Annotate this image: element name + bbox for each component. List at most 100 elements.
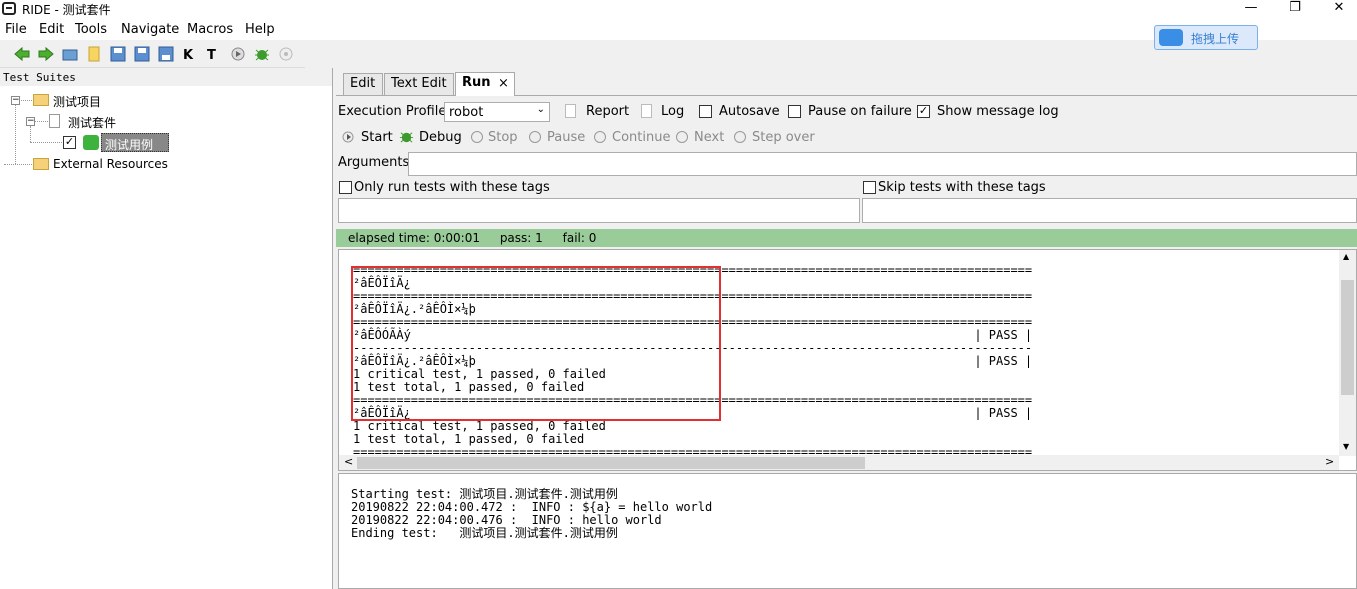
only-run-tags-label: Only run tests with these tags [354,180,550,195]
stop-button[interactable]: Stop [488,130,518,145]
project-folder-icon [33,94,49,106]
console-output[interactable]: ========================================… [338,249,1357,471]
horizontal-scroll-thumb[interactable] [357,457,865,469]
vertical-scrollbar[interactable]: ▲ ▼ [1339,250,1356,456]
report-button[interactable]: Report [586,104,629,119]
collapse-project-toggle[interactable]: − [11,96,20,105]
tab-close-icon[interactable]: × [498,76,509,91]
execution-profile-value: robot [449,105,484,120]
pause-on-failure-label: Pause on failure [808,104,912,119]
svg-text:K: K [183,48,194,62]
show-message-log-checkbox[interactable]: ✓ [917,105,930,118]
step-over-icon [734,131,746,143]
next-icon [676,131,688,143]
pass-count: pass: 1 [499,231,543,245]
pause-button[interactable]: Pause [547,130,585,145]
panel-header: Test Suites [0,68,332,86]
horizontal-scrollbar[interactable]: < > [339,455,1339,470]
test-suites-panel: Test Suites − − 测试项目 测试套件 ✓ 测试用例 Externa… [0,68,333,589]
tab-text-edit[interactable]: Text Edit [384,73,454,95]
tree-line [30,142,62,143]
scroll-up-icon[interactable]: ▲ [1343,252,1349,261]
arguments-input[interactable] [408,152,1357,176]
tab-edit[interactable]: Edit [343,73,383,95]
skip-tags-label: Skip tests with these tags [878,180,1046,195]
scroll-left-icon[interactable]: < [344,455,353,468]
message-log-text: Starting test: 测试项目.测试套件.测试用例 20190822 2… [351,487,713,540]
search-tests-icon[interactable]: T [206,46,222,62]
toolbar: K T [0,40,305,68]
pause-on-failure-checkbox[interactable] [788,105,801,118]
suite-file-icon [49,114,60,128]
stop-icon [471,131,483,143]
tree-item-project[interactable]: 测试项目 [53,93,101,110]
menu-tools[interactable]: Tools [75,22,107,37]
next-button[interactable]: Next [694,130,724,145]
debug-bug-icon [399,132,414,143]
autosave-label: Autosave [719,104,780,119]
menu-macros[interactable]: Macros [187,22,233,37]
editor-pane: Edit Text Edit Run × Execution Profile: … [336,68,1357,589]
arguments-label: Arguments: [338,155,414,170]
forward-arrow-icon[interactable] [38,46,54,62]
skip-tags-input[interactable] [862,198,1357,223]
execution-profile-label: Execution Profile: [338,104,451,119]
only-run-tags-input[interactable] [338,198,860,223]
back-arrow-icon[interactable] [14,46,30,62]
save-icon[interactable] [110,46,126,62]
stop-icon[interactable] [278,46,294,62]
upload-label: 拖拽上传 [1191,32,1240,46]
external-resources-folder-icon [33,158,49,170]
skip-tags-checkbox[interactable] [863,181,876,194]
export-icon[interactable] [158,46,174,62]
testcase-checkbox[interactable]: ✓ [63,136,76,149]
svg-text:T: T [207,48,216,62]
autosave-checkbox[interactable] [699,105,712,118]
fail-count: fail: 0 [562,231,597,245]
tree-item-suite[interactable]: 测试套件 [68,114,116,131]
menu-help[interactable]: Help [245,22,275,37]
debug-bug-icon[interactable] [254,46,270,62]
restore-button[interactable]: ❐ [1272,0,1318,18]
save-all-icon[interactable] [134,46,150,62]
tab-run[interactable]: Run × [455,72,515,96]
collapse-suite-toggle[interactable]: − [26,117,35,126]
menu-file[interactable]: File [5,22,27,37]
report-file-icon [565,104,576,118]
new-file-icon[interactable] [86,46,102,62]
scroll-down-icon[interactable]: ▼ [1343,442,1349,451]
scroll-right-icon[interactable]: > [1325,455,1334,468]
continue-icon [594,131,606,143]
cloud-icon [1159,29,1183,46]
start-icon [342,131,354,143]
tree-line [4,164,32,165]
log-file-icon [641,104,652,118]
start-button[interactable]: Start [361,130,393,145]
message-log[interactable]: Starting test: 测试项目.测试套件.测试用例 20190822 2… [338,473,1357,589]
tree-item-external-resources[interactable]: External Resources [53,157,168,171]
elapsed-time: elapsed time: 0:00:01 [348,231,480,245]
open-folder-icon[interactable] [62,46,78,62]
menu-edit[interactable]: Edit [39,22,64,37]
tab-run-label: Run [462,75,491,90]
run-status-bar: elapsed time: 0:00:01 pass: 1 fail: 0 [336,229,1357,247]
log-button[interactable]: Log [661,104,684,119]
title-bar: RIDE - 测试套件 — ❐ ✕ [0,0,1357,18]
menu-navigate[interactable]: Navigate [121,22,179,37]
search-keywords-icon[interactable]: K [182,46,198,62]
debug-button[interactable]: Debug [419,130,462,145]
robot-test-icon [83,135,99,150]
continue-button[interactable]: Continue [612,130,670,145]
tree-line [30,126,31,142]
show-message-log-label: Show message log [937,104,1059,119]
close-button[interactable]: ✕ [1316,0,1357,18]
upload-button[interactable]: 拖拽上传 [1154,25,1258,50]
only-run-tags-checkbox[interactable] [339,181,352,194]
tree-line [15,104,16,164]
minimize-button[interactable]: — [1228,0,1274,18]
tree-item-testcase[interactable]: 测试用例 [101,133,169,152]
run-icon[interactable] [230,46,246,62]
step-over-button[interactable]: Step over [752,130,815,145]
execution-profile-select[interactable]: robot ⌄ [444,102,550,122]
vertical-scroll-thumb[interactable] [1341,280,1354,395]
